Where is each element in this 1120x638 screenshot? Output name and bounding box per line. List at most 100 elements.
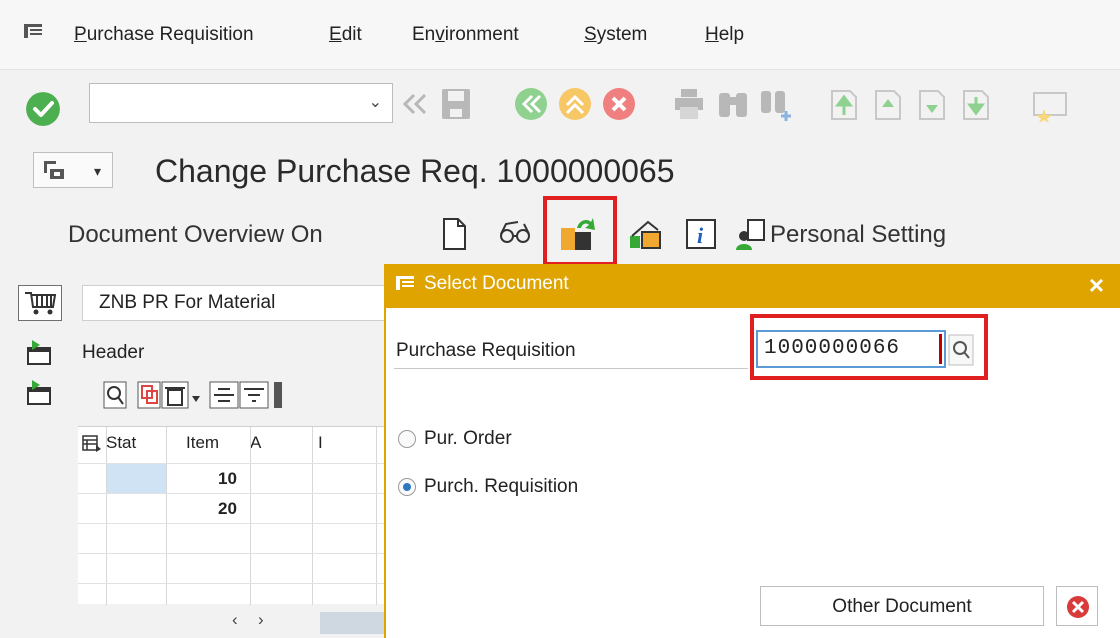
exit-icon[interactable]: [556, 85, 594, 123]
display-change-icon[interactable]: [496, 216, 534, 252]
menu-mnemonic: v: [435, 24, 445, 45]
cancel-icon[interactable]: [600, 85, 638, 123]
details-icon[interactable]: [103, 381, 127, 409]
other-document-button[interactable]: Other Document: [760, 586, 1044, 626]
radio-purch-requisition-label[interactable]: Purch. Requisition: [424, 476, 578, 498]
delete-icon[interactable]: [161, 381, 189, 409]
document-panel: ZNB PR For Material Header Stat Item A I…: [0, 264, 384, 638]
print-icon[interactable]: [672, 85, 706, 123]
title-menu-button[interactable]: ▾: [33, 152, 113, 188]
document-type-value: ZNB PR For Material: [99, 292, 276, 313]
horizontal-scrollbar[interactable]: ‹ ›: [78, 608, 384, 634]
column-header-i[interactable]: I: [318, 433, 323, 453]
back-icon[interactable]: [512, 85, 550, 123]
cancel-icon: [1067, 596, 1089, 618]
column-header-a[interactable]: A: [250, 433, 261, 453]
column-header-item[interactable]: Item: [186, 433, 219, 453]
select-document-dialog: Select Document × Purchase Requisition 1…: [384, 264, 1120, 638]
menu-mnemonic: P: [74, 24, 87, 45]
enter-icon[interactable]: [26, 92, 60, 126]
grid-line: [78, 463, 384, 464]
command-field[interactable]: ⌄: [89, 83, 393, 123]
personal-setting-icon[interactable]: [734, 216, 768, 252]
next-page-icon[interactable]: [914, 85, 948, 123]
close-icon[interactable]: ×: [1089, 270, 1104, 301]
menu-help[interactable]: Help: [705, 24, 744, 46]
chevron-down-icon: ▾: [94, 163, 102, 179]
dialog-title: Select Document: [424, 273, 569, 294]
highlight-box: [543, 196, 617, 266]
menu-icon[interactable]: [24, 24, 42, 38]
previous-page-icon[interactable]: [870, 85, 904, 123]
menu-environment[interactable]: Environment: [412, 24, 519, 46]
menu-label: dit: [341, 24, 362, 45]
table-settings-icon[interactable]: [82, 435, 102, 453]
column-header-status[interactable]: Stat: [106, 433, 136, 453]
find-next-icon[interactable]: [758, 85, 794, 123]
expand-header-icon[interactable]: [24, 340, 54, 366]
copy-icon[interactable]: [137, 381, 161, 409]
menu-system[interactable]: System: [584, 24, 647, 46]
shopping-cart-icon: [25, 292, 57, 315]
last-page-icon[interactable]: [958, 85, 992, 123]
toolbar-overflow-icon[interactable]: [274, 382, 282, 408]
grid-line: [312, 427, 313, 605]
menu-label: ystem: [596, 24, 648, 45]
radio-pur-order-label[interactable]: Pur. Order: [424, 428, 512, 450]
grid-line: [78, 523, 384, 524]
find-icon[interactable]: [716, 85, 750, 123]
svg-text:i: i: [697, 223, 704, 248]
expand-items-icon[interactable]: [24, 378, 58, 408]
header-label: Header: [82, 342, 145, 363]
menu-label: urchase Requisition: [86, 24, 254, 45]
document-type-field[interactable]: ZNB PR For Material: [82, 285, 384, 321]
grid-line: [166, 427, 167, 605]
radio-pur-order[interactable]: [398, 430, 416, 448]
document-type-button[interactable]: [18, 285, 62, 321]
purchase-requisition-label: Purchase Requisition: [396, 340, 576, 361]
table-row-item[interactable]: 10: [218, 469, 237, 489]
menu-label: ironment: [444, 24, 519, 45]
menu-mnemonic: H: [705, 24, 719, 45]
chevron-down-icon[interactable]: ⌄: [369, 92, 382, 112]
scroll-right-icon[interactable]: ›: [258, 610, 264, 630]
create-document-icon[interactable]: [440, 216, 468, 252]
menu-bar: Purchase Requisition Edit Environment Sy…: [0, 0, 1120, 70]
back-double-icon[interactable]: [400, 85, 430, 123]
hold-icon[interactable]: [626, 216, 666, 252]
grid-line: [250, 427, 251, 605]
grid-line: [78, 493, 384, 494]
scrollbar-thumb[interactable]: [320, 612, 384, 634]
item-grid: Stat Item A I 10 20: [78, 426, 384, 605]
more-menu-icon: [44, 161, 64, 179]
table-row-item[interactable]: 20: [218, 499, 237, 519]
bookmark-icon[interactable]: [1030, 85, 1070, 123]
menu-edit[interactable]: Edit: [329, 24, 362, 46]
cancel-button[interactable]: [1056, 586, 1098, 626]
dialog-border: [384, 308, 386, 638]
dialog-menu-icon[interactable]: [396, 276, 414, 290]
page-title: Change Purchase Req. 1000000065: [155, 153, 675, 189]
save-icon[interactable]: [440, 85, 472, 123]
label-underline: [394, 368, 748, 369]
grid-line: [376, 427, 377, 605]
grid-line: [78, 553, 384, 554]
selected-cell[interactable]: [106, 463, 166, 493]
grid-line: [78, 583, 384, 584]
scroll-left-icon[interactable]: ‹: [232, 610, 238, 630]
menu-purchase-requisition[interactable]: Purchase Requisition: [74, 24, 254, 46]
chevron-down-icon[interactable]: [192, 396, 200, 402]
radio-purch-requisition[interactable]: [398, 478, 416, 496]
personal-setting-button[interactable]: Personal Setting: [770, 221, 946, 249]
header-row[interactable]: Header: [24, 338, 384, 368]
first-page-icon[interactable]: [826, 85, 860, 123]
menu-mnemonic: E: [329, 24, 342, 45]
dialog-titlebar: Select Document ×: [384, 264, 1120, 308]
info-icon[interactable]: i: [684, 216, 718, 252]
document-overview-button[interactable]: Document Overview On: [68, 221, 323, 249]
menu-mnemonic: S: [584, 24, 597, 45]
filter-icon[interactable]: [239, 381, 269, 409]
title-bar: ▾ Change Purchase Req. 1000000065: [0, 138, 1120, 200]
highlight-box: [750, 314, 988, 380]
align-center-icon[interactable]: [209, 381, 239, 409]
